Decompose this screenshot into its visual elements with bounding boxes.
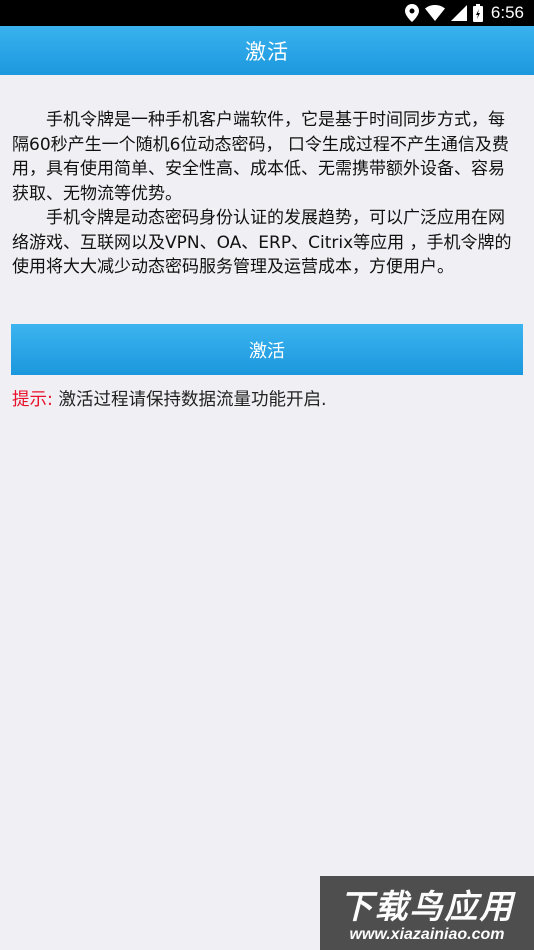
status-bar: 6:56	[0, 0, 534, 26]
location-icon	[404, 4, 419, 22]
signal-icon	[450, 5, 467, 21]
activate-button[interactable]: 激活	[11, 324, 523, 375]
page-title: 激活	[245, 39, 289, 64]
battery-icon	[472, 4, 483, 22]
description: 手机令牌是一种手机客户端软件，它是基于时间同步方式，每隔60秒产生一个随机6位动…	[12, 108, 520, 280]
wifi-icon	[424, 5, 445, 21]
hint-label: 提示:	[12, 390, 53, 410]
watermark-logo: 下载鸟应用 www.xiazainiao.com	[320, 876, 534, 950]
description-paragraph-1: 手机令牌是一种手机客户端软件，它是基于时间同步方式，每隔60秒产生一个随机6位动…	[12, 110, 509, 204]
watermark-url: www.xiazainiao.com	[349, 926, 505, 943]
app-bar: 激活	[0, 26, 534, 75]
hint-text: 激活过程请保持数据流量功能开启.	[58, 390, 327, 410]
description-paragraph-2: 手机令牌是动态密码身份认证的发展趋势，可以广泛应用在网络游戏、互联网以及VPN、…	[12, 208, 512, 277]
status-time: 6:56	[490, 3, 524, 22]
watermark-title: 下载鸟应用	[339, 887, 515, 926]
hint: 提示: 激活过程请保持数据流量功能开启.	[12, 387, 327, 413]
